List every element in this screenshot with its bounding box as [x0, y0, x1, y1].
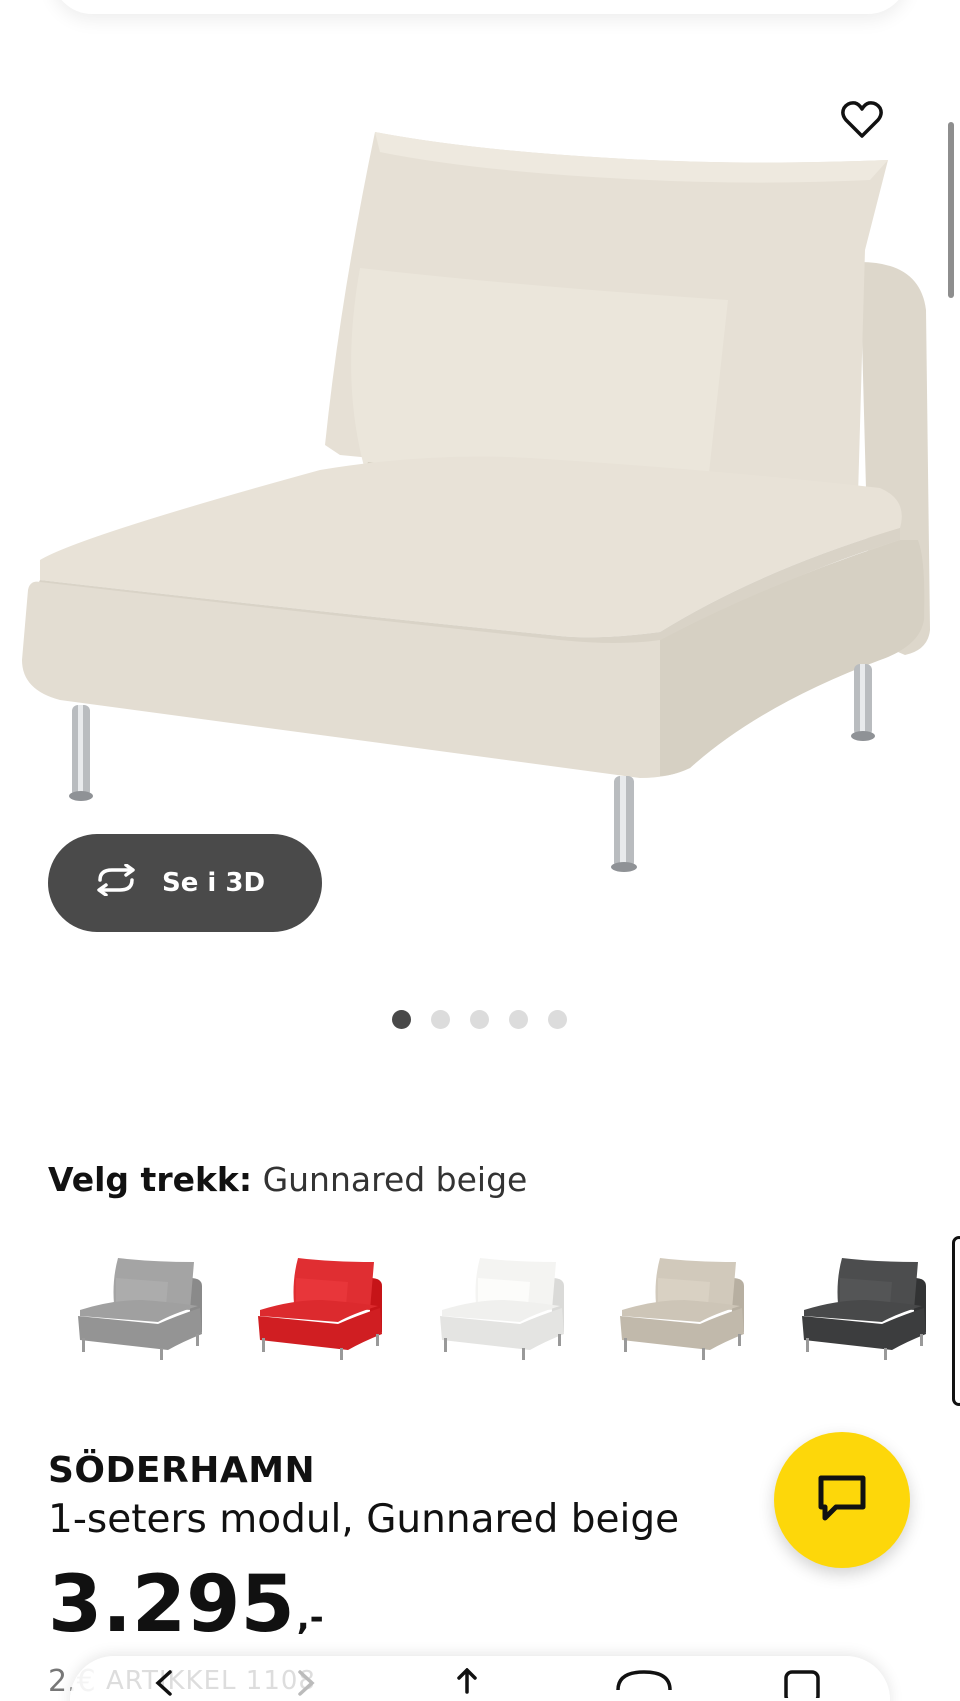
- cover-label-title: Velg trekk:: [48, 1160, 253, 1199]
- cover-swatch-list: [48, 1240, 960, 1390]
- gallery-pagination: [392, 1010, 567, 1029]
- gallery-dot[interactable]: [431, 1010, 450, 1029]
- price-suffix: ,-: [296, 1598, 324, 1638]
- gallery-dot[interactable]: [509, 1010, 528, 1029]
- back-arrow-icon[interactable]: [148, 1668, 178, 1701]
- forward-arrow-icon[interactable]: [292, 1668, 322, 1701]
- gallery-dot[interactable]: [470, 1010, 489, 1029]
- cover-swatch-grey[interactable]: [62, 1240, 222, 1370]
- cover-swatch-beige[interactable]: [604, 1240, 764, 1370]
- gallery-dot[interactable]: [548, 1010, 567, 1029]
- product-price: 3.295 ,-: [48, 1566, 324, 1644]
- cover-swatch-red[interactable]: [242, 1240, 402, 1370]
- cover-swatch-more[interactable]: [952, 1236, 960, 1406]
- cart-icon[interactable]: [782, 1668, 822, 1701]
- chat-bubble-icon: [816, 1473, 868, 1527]
- favorite-heart-icon[interactable]: [836, 94, 888, 146]
- gallery-dot[interactable]: [392, 1010, 411, 1029]
- product-image-gallery[interactable]: [0, 80, 960, 940]
- cover-label-value: Gunnared beige: [262, 1160, 528, 1199]
- product-description: 1-seters modul, Gunnared beige: [48, 1497, 680, 1542]
- view-in-3d-button[interactable]: Se i 3D: [48, 834, 322, 932]
- price-amount: 3.295: [48, 1560, 295, 1650]
- scrollbar[interactable]: [948, 122, 954, 298]
- cover-swatch-white[interactable]: [424, 1240, 584, 1370]
- bottom-navigation-bar: ARTIKKEL 1108: [70, 1656, 890, 1701]
- saved-list-heart-icon[interactable]: [614, 1668, 674, 1701]
- share-icon[interactable]: [452, 1667, 482, 1701]
- cover-selector-label: Velg trekk: Gunnared beige: [48, 1160, 527, 1199]
- article-number-ghost: ARTIKKEL 1108: [106, 1666, 316, 1696]
- chat-button[interactable]: [774, 1432, 910, 1568]
- view-in-3d-label: Se i 3D: [162, 868, 266, 898]
- top-bar: [52, 0, 908, 14]
- rotate-3d-icon: [90, 862, 142, 903]
- product-image: [22, 132, 930, 872]
- product-name: SÖDERHAMN: [48, 1450, 316, 1491]
- cover-swatch-dark-grey[interactable]: [786, 1240, 946, 1370]
